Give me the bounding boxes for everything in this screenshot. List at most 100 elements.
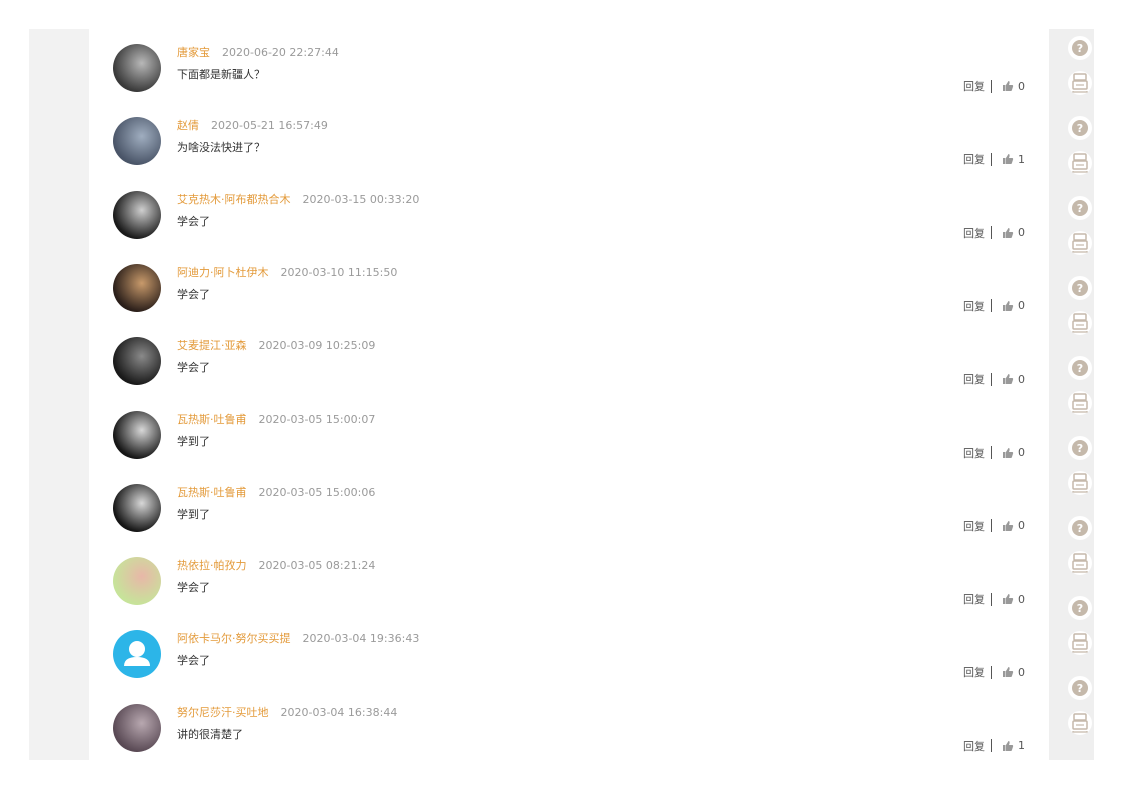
reply-button[interactable]: 回复 — [963, 664, 985, 680]
username-link[interactable]: 赵倩 — [177, 119, 199, 132]
help-icon[interactable]: ? — [1068, 356, 1092, 380]
like-count: 0 — [1018, 79, 1025, 93]
thumbs-up-icon[interactable] — [1002, 666, 1014, 678]
divider — [991, 79, 992, 93]
shop-icon[interactable] — [1068, 551, 1092, 575]
svg-text:?: ? — [1077, 282, 1083, 295]
avatar[interactable] — [113, 337, 161, 386]
avatar[interactable] — [113, 703, 161, 752]
comment-actions: 回复 0 — [963, 371, 1025, 387]
avatar[interactable] — [113, 410, 161, 459]
shop-icon[interactable] — [1068, 311, 1092, 335]
comment-timestamp: 2020-03-05 15:00:07 — [258, 412, 376, 426]
comment-list: 唐家宝 2020-06-20 22:27:44 下面都是新疆人？ 回复 0 赵倩 2020-… — [89, 29, 1049, 760]
reply-button[interactable]: 回复 — [963, 518, 985, 534]
like-count: 1 — [1018, 739, 1025, 753]
username-link[interactable]: 艾克热木·阿布都热合木 — [177, 193, 291, 206]
thumbs-up-icon[interactable] — [1002, 520, 1014, 532]
shop-icon[interactable] — [1068, 231, 1092, 255]
divider — [991, 665, 992, 679]
comment-item: 热依拉·帕孜力 2020-03-05 08:21:24 学会了 回复 0 — [89, 542, 1049, 615]
comment-actions: 回复 0 — [963, 78, 1025, 94]
like-count: 0 — [1018, 519, 1025, 533]
thumbs-up-icon[interactable] — [1002, 153, 1014, 165]
reply-button[interactable]: 回复 — [963, 738, 985, 754]
thumbs-up-icon[interactable] — [1002, 740, 1014, 752]
help-icon[interactable]: ? — [1068, 516, 1092, 540]
thumbs-up-icon[interactable] — [1002, 300, 1014, 312]
username-link[interactable]: 阿迪力·阿卜杜伊木 — [177, 266, 269, 279]
shop-icon[interactable] — [1068, 71, 1092, 95]
reply-button[interactable]: 回复 — [963, 225, 985, 241]
username-link[interactable]: 阿依卡马尔·努尔买买提 — [177, 632, 291, 645]
comment-item: 赵倩 2020-05-21 16:57:49 为啥没法快进了？ 回复 1 — [89, 102, 1049, 175]
shop-icon[interactable] — [1068, 471, 1092, 495]
shop-icon[interactable] — [1068, 151, 1092, 175]
reply-button[interactable]: 回复 — [963, 151, 985, 167]
divider — [991, 592, 992, 606]
help-icon[interactable]: ? — [1068, 276, 1092, 300]
divider — [991, 226, 992, 240]
reply-button[interactable]: 回复 — [963, 591, 985, 607]
help-icon[interactable]: ? — [1068, 596, 1092, 620]
help-icon[interactable]: ? — [1068, 676, 1092, 700]
svg-text:?: ? — [1077, 362, 1083, 375]
avatar[interactable] — [113, 44, 161, 92]
comment-actions: 回复 0 — [963, 225, 1025, 241]
avatar[interactable] — [113, 190, 161, 239]
like-count: 0 — [1018, 226, 1025, 240]
shop-icon[interactable] — [1068, 631, 1092, 655]
comment-actions: 回复 0 — [963, 591, 1025, 607]
reply-button[interactable]: 回复 — [963, 78, 985, 94]
help-icon[interactable]: ? — [1068, 36, 1092, 60]
reply-button[interactable]: 回复 — [963, 445, 985, 461]
avatar[interactable] — [113, 117, 161, 166]
help-icon[interactable]: ? — [1068, 116, 1092, 140]
thumbs-up-icon[interactable] — [1002, 227, 1014, 239]
thumbs-up-icon[interactable] — [1002, 373, 1014, 385]
comment-actions: 回复 0 — [963, 298, 1025, 314]
avatar[interactable] — [113, 630, 161, 679]
avatar[interactable] — [113, 483, 161, 532]
comment-text: 学会了 — [177, 361, 210, 375]
comment-timestamp: 2020-03-10 11:15:50 — [280, 265, 398, 279]
thumbs-up-icon[interactable] — [1002, 447, 1014, 459]
comment-actions: 回复 0 — [963, 445, 1025, 461]
avatar[interactable] — [113, 263, 161, 312]
comment-item: 瓦热斯·吐鲁甫 2020-03-05 15:00:06 学到了 回复 0 — [89, 469, 1049, 542]
username-link[interactable]: 努尔尼莎汗·买吐地 — [177, 706, 269, 719]
comment-item: 努尔尼莎汗·买吐地 2020-03-04 16:38:44 讲的很清楚了 回复 1 — [89, 689, 1049, 760]
like-count: 0 — [1018, 446, 1025, 459]
svg-text:?: ? — [1077, 122, 1083, 135]
comment-text: 学会了 — [177, 654, 210, 668]
like-count: 0 — [1018, 299, 1025, 313]
comment-timestamp: 2020-03-05 08:21:24 — [258, 559, 376, 573]
shop-icon[interactable] — [1068, 391, 1092, 415]
comment-timestamp: 2020-03-09 10:25:09 — [258, 339, 376, 353]
help-icon[interactable]: ? — [1068, 196, 1092, 220]
comment-meta: 热依拉·帕孜力 2020-03-05 08:21:24 — [177, 557, 375, 573]
avatar[interactable] — [113, 557, 161, 606]
comment-item: 阿依卡马尔·努尔买买提 2020-03-04 19:36:43 学会了 回复 0 — [89, 615, 1049, 688]
comment-timestamp: 2020-03-04 16:38:44 — [280, 705, 398, 719]
comment-item: 艾麦提江·亚森 2020-03-09 10:25:09 学会了回复 0 — [89, 322, 1049, 395]
username-link[interactable]: 唐家宝 — [177, 46, 210, 59]
comment-meta: 赵倩 2020-05-21 16:57:49 — [177, 117, 328, 133]
thumbs-up-icon[interactable] — [1002, 593, 1014, 605]
help-icon[interactable]: ? — [1068, 436, 1092, 460]
comment-actions: 回复 1 — [963, 738, 1025, 754]
username-link[interactable]: 瓦热斯·吐鲁甫 — [177, 486, 247, 499]
thumbs-up-icon[interactable] — [1002, 80, 1014, 92]
divider — [991, 152, 992, 166]
svg-text:?: ? — [1077, 202, 1083, 215]
comment-actions: 回复 0 — [963, 518, 1025, 534]
comment-meta: 唐家宝 2020-06-20 22:27:44 — [177, 44, 339, 60]
shop-icon[interactable] — [1068, 711, 1092, 735]
reply-button[interactable]: 回复 — [963, 298, 985, 314]
username-link[interactable]: 艾麦提江·亚森 — [177, 339, 247, 352]
username-link[interactable]: 热依拉·帕孜力 — [177, 559, 247, 572]
username-link[interactable]: 瓦热斯·吐鲁甫 — [177, 413, 247, 426]
divider — [991, 446, 992, 459]
comment-timestamp: 2020-06-20 22:27:44 — [222, 46, 339, 59]
reply-button[interactable]: 回复 — [963, 371, 985, 387]
